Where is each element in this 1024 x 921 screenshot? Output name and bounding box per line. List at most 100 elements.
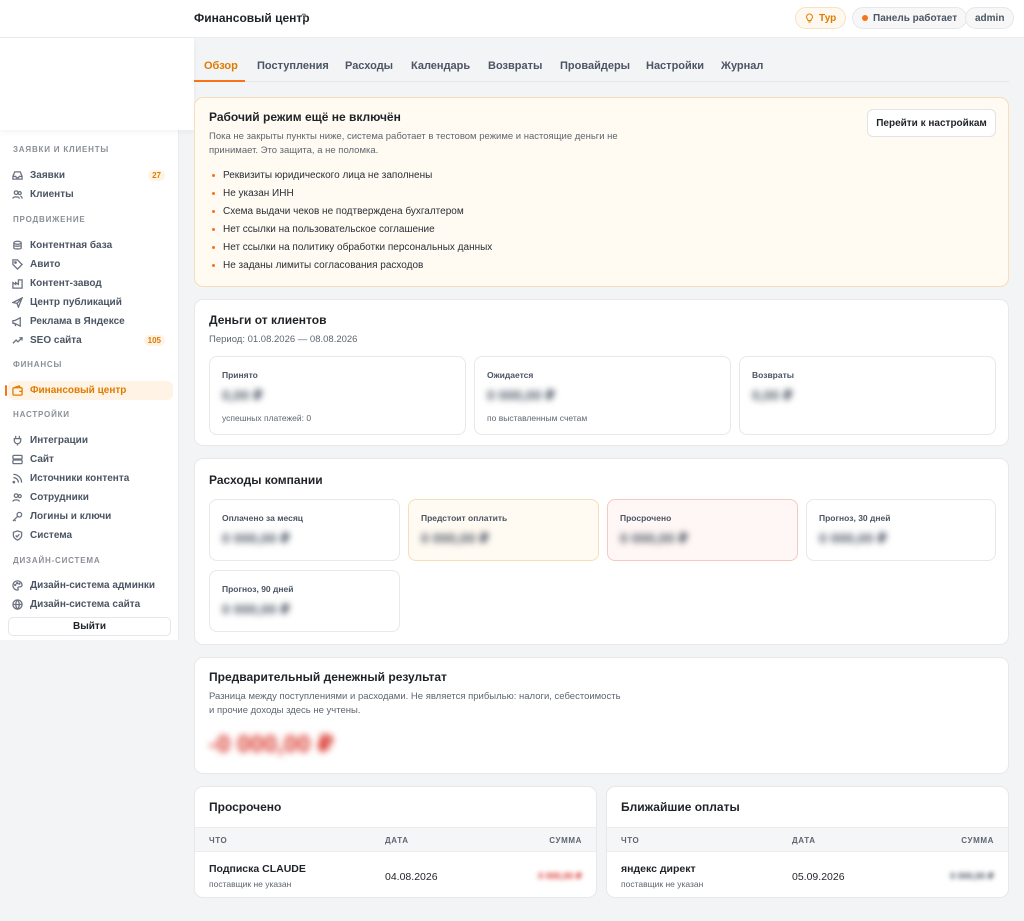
expenses-title: Расходы компании: [209, 473, 323, 487]
megaphone-icon: [12, 316, 23, 327]
nav-section-promotion: ПРОДВИЖЕНИЕ: [13, 215, 86, 224]
period-label: Период: 01.08.2026 — 08.08.2026: [209, 334, 358, 345]
sidebar-item-label: Контент-завод: [30, 278, 102, 289]
sidebar-item-label: Финансовый центр: [30, 385, 127, 396]
tab-income[interactable]: Поступления: [257, 60, 329, 72]
user-label: admin: [975, 12, 1005, 24]
user-menu-button[interactable]: admin: [965, 7, 1015, 29]
row-date: 04.08.2026: [385, 871, 438, 883]
upcoming-title: Ближайшие оплаты: [621, 800, 740, 814]
plug-icon: [12, 435, 23, 446]
sidebar-item-avito[interactable]: Авито: [8, 255, 173, 274]
stat-label: Ожидается: [487, 370, 534, 380]
production-mode-warning: Рабочий режим ещё не включён Пока не зак…: [194, 97, 1009, 287]
help-icon[interactable]: ?: [301, 12, 307, 22]
sidebar-item-content-base[interactable]: Контентная база: [8, 236, 173, 255]
stat-label: Предстоит оплатить: [421, 513, 508, 523]
nav-section-requests: ЗАЯВКИ И КЛИЕНТЫ: [13, 145, 110, 154]
sidebar-item-label: Авито: [30, 259, 61, 270]
sidebar-item-clients[interactable]: Клиенты: [8, 185, 173, 204]
team-icon: [12, 492, 23, 503]
preliminary-result-card: Предварительный денежный результат Разни…: [194, 657, 1009, 774]
stat-label: Оплачено за месяц: [222, 513, 304, 523]
count-badge: 105: [143, 335, 165, 346]
lightbulb-icon: [805, 12, 814, 24]
column-date: ДАТА: [385, 836, 409, 845]
status-label: Панель работает: [873, 12, 958, 24]
stat-value: 0 000,00 ₽: [222, 601, 291, 617]
list-item: Нет ссылки на политику обработки персона…: [209, 241, 492, 259]
stat-forecast-90: Прогноз, 90 дней 0 000,00 ₽: [209, 570, 400, 632]
column-sum: СУММА: [961, 836, 994, 845]
list-item: Не указан ИНН: [209, 187, 492, 205]
users-icon: [12, 189, 23, 200]
sidebar-item-label: Система: [30, 530, 73, 541]
sidebar-item-yandex-ads[interactable]: Реклама в Яндексе: [8, 312, 173, 331]
tour-button[interactable]: Тур: [795, 7, 847, 29]
sidebar-item-requests[interactable]: Заявки 27: [8, 166, 173, 185]
nav-section-design-system: ДИЗАЙН-СИСТЕМА: [13, 556, 101, 565]
tour-label: Тур: [819, 12, 837, 24]
row-what: яндекс директ: [621, 863, 696, 875]
sidebar-item-system[interactable]: Система: [8, 526, 173, 545]
sidebar-item-site-design-system[interactable]: Дизайн-система сайта: [8, 595, 173, 614]
stat-value: 0 000,00 ₽: [819, 530, 888, 546]
sidebar-item-employees[interactable]: Сотрудники: [8, 488, 173, 507]
row-supplier: поставщик не указан: [621, 879, 704, 889]
list-item: Нет ссылки на пользовательское соглашени…: [209, 223, 492, 241]
tab-providers[interactable]: Провайдеры: [560, 60, 630, 72]
sidebar-item-label: Центр публикаций: [30, 297, 122, 308]
company-expenses-card: Расходы компании Оплачено за месяц 0 000…: [194, 458, 1009, 645]
nav-section-finance: ФИНАНСЫ: [13, 360, 63, 369]
top-bar: Финансовый центр ? Тур Панель работает a…: [0, 0, 1024, 38]
page-title: Финансовый центр: [194, 11, 310, 25]
tag-icon: [12, 259, 23, 270]
stat-label: Прогноз, 30 дней: [819, 513, 891, 523]
stat-value: 0 000,00 ₽: [421, 530, 490, 546]
server-icon: [12, 454, 23, 465]
stat-sub: по выставленным счетам: [487, 413, 588, 423]
overdue-table-card: Просрочено ЧТО ДАТА СУММА Подписка CLAUD…: [194, 786, 597, 898]
stat-accepted: Принято 0,00 ₽ успешных платежей: 0: [209, 356, 466, 435]
go-to-settings-button[interactable]: Перейти к настройкам: [867, 109, 996, 137]
sidebar-item-label: Контентная база: [30, 240, 113, 251]
sidebar-item-label: Сайт: [30, 454, 54, 465]
list-item: Схема выдачи чеков не подтверждена бухга…: [209, 205, 492, 223]
sidebar-item-publications[interactable]: Центр публикаций: [8, 293, 173, 312]
sidebar-item-label: Дизайн-система сайта: [30, 599, 141, 610]
sidebar-item-content-sources[interactable]: Источники контента: [8, 469, 173, 488]
warning-checklist: Реквизиты юридического лица не заполнены…: [209, 169, 492, 277]
sidebar-item-label: Источники контента: [30, 473, 130, 484]
stat-value: 0 000,00 ₽: [222, 530, 291, 546]
status-badge[interactable]: Панель работает: [852, 7, 968, 29]
sidebar-item-logins-keys[interactable]: Логины и ключи: [8, 507, 173, 526]
sidebar-item-finance-center[interactable]: Финансовый центр: [5, 381, 173, 400]
sidebar-item-site[interactable]: Сайт: [8, 450, 173, 469]
logout-button[interactable]: Выйти: [8, 617, 171, 636]
stat-overdue: Просрочено 0 000,00 ₽: [607, 499, 798, 561]
sidebar-item-content-factory[interactable]: Контент-завод: [8, 274, 173, 293]
wallet-icon: [12, 385, 23, 396]
stat-value: 0 000,00 ₽: [620, 530, 689, 546]
active-tab-indicator: [194, 80, 245, 82]
sidebar-item-integrations[interactable]: Интеграции: [8, 431, 173, 450]
inbox-icon: [12, 170, 23, 181]
factory-icon: [12, 278, 23, 289]
tab-calendar[interactable]: Календарь: [411, 60, 470, 72]
tab-refunds[interactable]: Возвраты: [488, 60, 542, 72]
stat-label: Возвраты: [752, 370, 795, 380]
sidebar-item-seo[interactable]: SEO сайта 105: [8, 331, 173, 350]
stat-label: Принято: [222, 370, 258, 380]
sidebar-item-admin-design-system[interactable]: Дизайн-система админки: [8, 576, 173, 595]
globe-icon: [12, 599, 23, 610]
tab-settings[interactable]: Настройки: [646, 60, 704, 72]
table-header: ЧТО ДАТА СУММА: [195, 827, 596, 852]
tab-expenses[interactable]: Расходы: [345, 60, 393, 72]
tab-overview[interactable]: Обзор: [204, 60, 238, 72]
list-item: Не заданы лимиты согласования расходов: [209, 259, 492, 277]
tab-journal[interactable]: Журнал: [721, 60, 763, 72]
send-icon: [12, 297, 23, 308]
warning-title: Рабочий режим ещё не включён: [209, 110, 401, 124]
column-what: ЧТО: [621, 836, 640, 845]
warning-text-line2: принимает. Это защита, а не поломка.: [209, 145, 379, 156]
